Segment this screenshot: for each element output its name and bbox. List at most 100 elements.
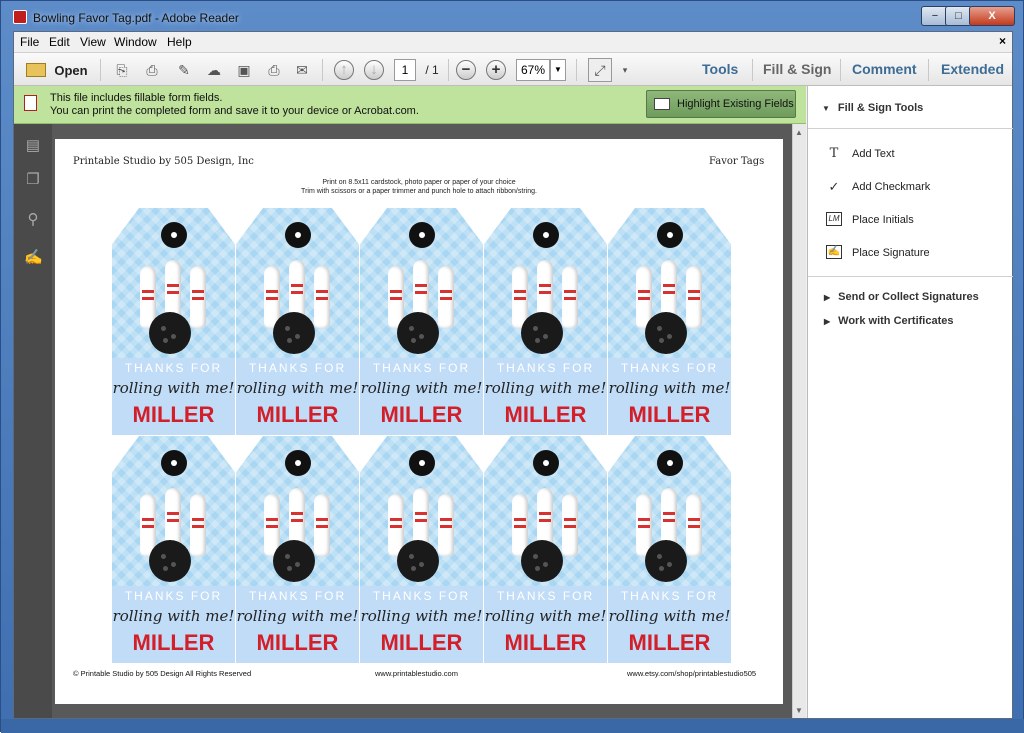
- zoom-input[interactable]: 67%: [516, 59, 550, 81]
- tag-rolling-text: rolling with me!: [484, 379, 607, 397]
- menu-file[interactable]: File: [20, 35, 39, 49]
- favor-tag[interactable]: THANKS FOR rolling with me! MILLER: [112, 208, 235, 435]
- highlight-fields-button[interactable]: Highlight Existing Fields: [646, 90, 796, 118]
- text-tool-icon: T: [829, 146, 839, 161]
- reader-client: File Edit View Window Help × Open ⎘ ⎙ ✎ …: [13, 31, 1013, 719]
- print-icon[interactable]: ⎙: [262, 58, 286, 82]
- initials-icon: LM: [826, 212, 842, 226]
- menu-edit[interactable]: Edit: [49, 35, 70, 49]
- place-initials-button[interactable]: Place Initials: [852, 214, 914, 226]
- toolbar-overflow-icon[interactable]: ▾: [618, 58, 632, 82]
- checkmark-icon: ✓: [828, 179, 840, 194]
- scroll-down-icon[interactable]: ▼: [795, 706, 803, 715]
- next-page-icon[interactable]: ↓: [364, 60, 384, 80]
- layers-icon[interactable]: ❐: [24, 170, 42, 188]
- separator: [752, 59, 753, 81]
- place-signature-button[interactable]: Place Signature: [852, 247, 930, 259]
- bowling-pin-icon: [686, 494, 702, 556]
- tab-fill-sign[interactable]: Fill & Sign: [763, 61, 831, 77]
- tag-name-field[interactable]: MILLER: [112, 630, 235, 656]
- taskbar-strip: [1, 719, 1024, 733]
- expand-arrow-icon: ▼: [822, 104, 830, 113]
- send-collect-signatures-section[interactable]: ▶ Send or Collect Signatures: [824, 291, 979, 303]
- add-text-button[interactable]: Add Text: [852, 148, 895, 160]
- separator: [100, 59, 101, 81]
- document-area[interactable]: Printable Studio by 505 Design, Inc Favo…: [52, 124, 792, 718]
- add-checkmark-button[interactable]: Add Checkmark: [852, 181, 930, 193]
- tag-name-field[interactable]: MILLER: [360, 630, 483, 656]
- tag-name-field[interactable]: MILLER: [112, 402, 235, 428]
- maximize-button[interactable]: □: [945, 6, 972, 26]
- tag-thanks-text: THANKS FOR: [620, 361, 719, 375]
- favor-tag[interactable]: THANKS FOR rolling with me! MILLER: [236, 208, 359, 435]
- tag-name-field[interactable]: MILLER: [608, 630, 731, 656]
- save-icon[interactable]: ▣: [232, 58, 256, 82]
- header-right: Favor Tags: [709, 156, 765, 167]
- page-number-input[interactable]: 1: [394, 59, 416, 81]
- tag-name-field[interactable]: MILLER: [360, 402, 483, 428]
- zoom-in-icon[interactable]: +: [486, 60, 506, 80]
- fill-sign-panel: ▼ Fill & Sign Tools T Add Text ✓ Add Chec…: [807, 86, 1013, 718]
- previous-page-icon[interactable]: ↑: [334, 60, 354, 80]
- create-pdf-icon[interactable]: ⎘: [110, 58, 134, 82]
- tab-extended[interactable]: Extended: [941, 61, 1004, 77]
- bowling-pin-icon: [314, 494, 330, 556]
- bowling-ball-icon: [521, 312, 563, 354]
- tag-rolling-text: rolling with me!: [360, 607, 483, 625]
- scroll-up-icon[interactable]: ▲: [795, 128, 803, 137]
- fit-page-icon[interactable]: ⤢: [588, 58, 612, 82]
- divider: [808, 128, 1013, 129]
- tag-name-field[interactable]: MILLER: [484, 630, 607, 656]
- info-line-1: This file includes fillable form fields.: [50, 92, 223, 104]
- favor-tag[interactable]: THANKS FOR rolling with me! MILLER: [608, 436, 731, 663]
- tab-tools[interactable]: Tools: [702, 61, 738, 77]
- edit-icon[interactable]: ✎: [172, 58, 196, 82]
- favor-tag[interactable]: THANKS FOR rolling with me! MILLER: [236, 436, 359, 663]
- combine-pdf-icon[interactable]: ⎙: [140, 58, 164, 82]
- favor-tag[interactable]: THANKS FOR rolling with me! MILLER: [112, 436, 235, 663]
- bowling-pin-icon: [562, 494, 578, 556]
- form-info-bar: This file includes fillable form fields.…: [14, 86, 806, 124]
- punch-hole-icon: [161, 222, 187, 248]
- menu-view[interactable]: View: [80, 35, 106, 49]
- title-bar[interactable]: Bowling Favor Tag.pdf - Adobe Reader − □…: [1, 1, 1023, 31]
- separator: [840, 59, 841, 81]
- tag-thanks-text: THANKS FOR: [372, 361, 471, 375]
- email-icon[interactable]: ✉: [290, 58, 314, 82]
- zoom-dropdown-icon[interactable]: ▼: [550, 59, 566, 81]
- tag-thanks-text: THANKS FOR: [620, 589, 719, 603]
- highlight-icon: [654, 98, 670, 110]
- toolbar: Open ⎘ ⎙ ✎ ☁ ▣ ⎙ ✉ ↑ ↓ 1 / 1 − + 67% ▼ ⤢…: [14, 52, 1012, 86]
- punch-hole-icon: [285, 450, 311, 476]
- punch-hole-icon: [409, 222, 435, 248]
- app-window: Bowling Favor Tag.pdf - Adobe Reader − □…: [0, 0, 1024, 733]
- favor-tag[interactable]: THANKS FOR rolling with me! MILLER: [608, 208, 731, 435]
- favor-tag[interactable]: THANKS FOR rolling with me! MILLER: [484, 208, 607, 435]
- tag-name-field[interactable]: MILLER: [236, 402, 359, 428]
- favor-tag[interactable]: THANKS FOR rolling with me! MILLER: [360, 436, 483, 663]
- bowling-pin-icon: [562, 266, 578, 328]
- tag-thanks-text: THANKS FOR: [496, 361, 595, 375]
- favor-tag[interactable]: THANKS FOR rolling with me! MILLER: [360, 208, 483, 435]
- attachments-icon[interactable]: ⚲: [24, 210, 42, 228]
- tag-name-field[interactable]: MILLER: [484, 402, 607, 428]
- close-button[interactable]: X: [969, 6, 1015, 26]
- header-left: Printable Studio by 505 Design, Inc: [73, 156, 254, 167]
- open-button[interactable]: Open: [22, 58, 92, 82]
- work-with-certificates-section[interactable]: ▶ Work with Certificates: [824, 315, 953, 327]
- zoom-out-icon[interactable]: −: [456, 60, 476, 80]
- page-thumbnails-icon[interactable]: ▤: [24, 136, 42, 154]
- vertical-scrollbar[interactable]: ▲ ▼: [792, 124, 806, 718]
- tag-rolling-text: rolling with me!: [360, 379, 483, 397]
- favor-tag[interactable]: THANKS FOR rolling with me! MILLER: [484, 436, 607, 663]
- tab-comment[interactable]: Comment: [852, 61, 917, 77]
- menu-window[interactable]: Window: [114, 35, 157, 49]
- fill-sign-tools-header[interactable]: ▼ Fill & Sign Tools: [822, 102, 923, 114]
- upload-cloud-icon[interactable]: ☁: [202, 58, 226, 82]
- signatures-icon[interactable]: ✍: [24, 248, 43, 266]
- tag-name-field[interactable]: MILLER: [608, 402, 731, 428]
- close-document-icon[interactable]: ×: [999, 34, 1006, 48]
- menu-help[interactable]: Help: [167, 35, 192, 49]
- bowling-pin-icon: [190, 494, 206, 556]
- tag-name-field[interactable]: MILLER: [236, 630, 359, 656]
